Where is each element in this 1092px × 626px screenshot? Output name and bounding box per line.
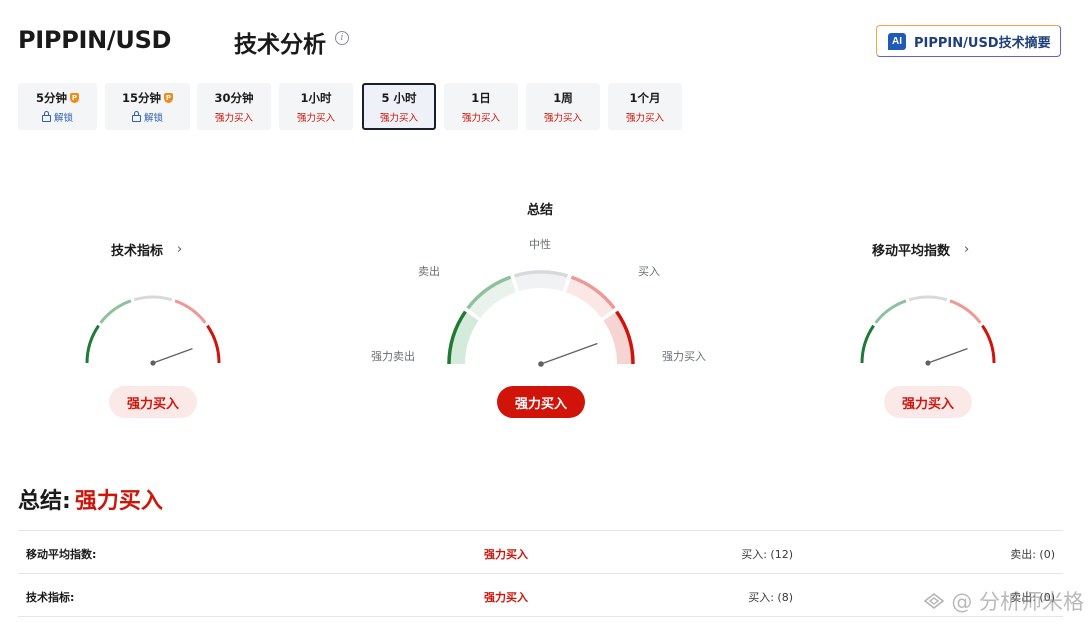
watermark: @ 分析师米格	[923, 586, 1084, 616]
tab-status: 解锁	[143, 112, 163, 124]
tab-status: 强力买入	[214, 112, 253, 124]
summary-needle	[540, 342, 598, 365]
pro-badge-icon: P	[164, 92, 173, 103]
lock-icon	[131, 110, 141, 122]
row-verdict: 强力买入	[484, 548, 528, 561]
moving-averages-gauge	[860, 295, 996, 366]
row-buy-count: 买入: (8)	[748, 591, 793, 604]
needle-hub	[538, 361, 544, 367]
tab-label: 1个月	[629, 90, 661, 105]
info-icon[interactable]: i	[335, 31, 349, 45]
chevron-right-icon[interactable]: ›	[177, 242, 182, 257]
ai-summary-button[interactable]: AI PIPPIN/USD技术摘要	[876, 25, 1061, 57]
indicators-title-text: 技术指标	[111, 244, 164, 259]
tab-5m[interactable]: 5分钟 P 解锁	[18, 83, 97, 130]
watermark-logo-icon	[924, 592, 945, 610]
tab-1w[interactable]: 1周 强力买入	[526, 83, 600, 130]
ai-icon: AI	[888, 32, 906, 50]
watermark-text: @ 分析师米格	[951, 590, 1084, 614]
indicators-gauge-arcs	[85, 295, 221, 364]
gauge-arc-sell	[99, 299, 132, 324]
zone-label-strong-buy: 强力买入	[662, 350, 706, 363]
lock-icon	[41, 110, 51, 122]
indicators-gauge	[85, 295, 221, 366]
tab-status: 强力买入	[625, 112, 664, 124]
summary-table: 移动平均指数: 强力买入 买入: (12) 卖出: (0) 技术指标: 强力买入…	[18, 530, 1063, 617]
gauge-arc-strong-sell	[860, 324, 875, 364]
tab-30m[interactable]: 30分钟 强力买入	[197, 83, 271, 130]
tab-label: 1日	[471, 90, 491, 105]
summary-label: 总结:	[18, 489, 71, 514]
ai-summary-label: PIPPIN/USD技术摘要	[914, 35, 1051, 51]
tab-label: 30分钟	[214, 90, 254, 105]
summary-verdict: 强力买入	[497, 386, 585, 418]
tab-status: 强力买入	[461, 112, 500, 124]
summary-value: 强力买入	[74, 489, 163, 514]
gauge-arc-strong-buy	[206, 324, 221, 364]
row-name: 移动平均指数:	[26, 548, 97, 561]
summary-gauge-arcs	[447, 270, 635, 365]
tab-label: 5 小时	[381, 90, 417, 105]
row-sell-count: 卖出: (0)	[1010, 548, 1055, 561]
tab-status: 强力买入	[296, 112, 335, 124]
zone-label-neutral: 中性	[529, 238, 551, 251]
tab-status: 强力买入	[379, 112, 418, 124]
moving-averages-gauge-arcs	[860, 295, 996, 364]
tab-15m[interactable]: 15分钟 P 解锁	[105, 83, 190, 130]
tab-status: 强力买入	[543, 112, 582, 124]
tab-label: 1周	[553, 90, 573, 105]
summary-title-text: 总结	[527, 203, 554, 218]
pro-badge-icon: P	[70, 92, 79, 103]
tab-5h[interactable]: 5 小时 强力买入	[362, 83, 436, 130]
row-name: 技术指标:	[26, 591, 75, 604]
indicators-verdict: 强力买入	[109, 386, 197, 418]
row-buy-count: 买入: (12)	[741, 548, 793, 561]
tab-status: 解锁	[53, 112, 73, 124]
tab-label: 1小时	[300, 90, 332, 105]
tab-1h[interactable]: 1小时 强力买入	[279, 83, 353, 130]
zone-label-strong-sell: 强力卖出	[371, 350, 415, 363]
tab-1d[interactable]: 1日 强力买入	[444, 83, 518, 130]
tab-label: 15分钟	[121, 90, 161, 105]
row-verdict: 强力买入	[484, 591, 528, 604]
indicators-gauge-title[interactable]: 技术指标 ›	[111, 240, 182, 259]
table-row: 移动平均指数: 强力买入 买入: (12) 卖出: (0)	[18, 530, 1063, 573]
tab-1mo[interactable]: 1个月 强力买入	[608, 83, 682, 130]
chevron-right-icon[interactable]: ›	[964, 242, 969, 257]
gauge-arc-sell	[874, 299, 907, 324]
gauge-arc-buy	[174, 299, 207, 324]
gauge-arc-neutral	[908, 295, 948, 302]
symbol-title: PIPPIN/USD	[18, 26, 172, 54]
moving-averages-title-text: 移动平均指数	[872, 244, 951, 259]
gauge-arc-buy	[949, 299, 982, 324]
table-row: 技术指标: 强力买入 买入: (8) 卖出: (0)	[18, 573, 1063, 617]
gauge-arc-neutral	[133, 295, 173, 302]
tab-label: 5分钟	[35, 90, 67, 105]
moving-averages-needle	[927, 348, 968, 364]
indicators-needle	[152, 348, 193, 364]
moving-averages-gauge-title[interactable]: 移动平均指数 ›	[872, 240, 969, 259]
needle-hub	[925, 360, 931, 366]
moving-averages-verdict: 强力买入	[884, 386, 972, 418]
gauge-arc-strong-sell	[85, 324, 100, 364]
summary-gauge	[447, 270, 635, 367]
summary-gauge-title: 总结	[527, 199, 553, 218]
gauge-arc-strong-buy	[981, 324, 996, 364]
page-title: 技术分析	[234, 32, 326, 58]
needle-hub	[150, 360, 156, 366]
summary-heading: 总结: 强力买入	[18, 483, 163, 515]
